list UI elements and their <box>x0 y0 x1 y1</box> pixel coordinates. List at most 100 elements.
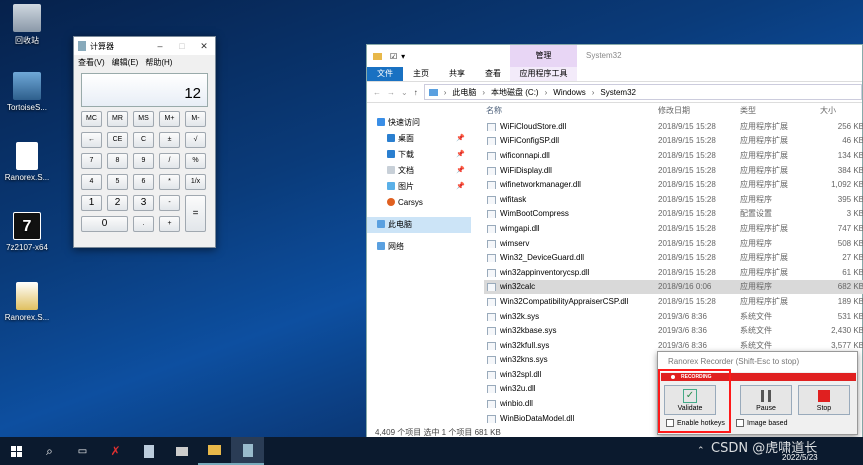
calc-key[interactable]: - <box>159 195 180 211</box>
calc-key[interactable]: % <box>185 153 206 169</box>
tab-file[interactable]: 文件 <box>367 67 403 81</box>
file-row[interactable]: win32calc 2018/9/16 0:06 应用程序 682 KB <box>484 279 863 295</box>
file-row[interactable]: wimserv 2018/9/15 15:28 应用程序 508 KB <box>484 236 863 251</box>
calc-key[interactable]: 5 <box>107 174 128 190</box>
desktop-icon-recycle-bin[interactable]: 回收站 <box>0 4 54 46</box>
taskbar-app-explorer[interactable] <box>198 437 231 465</box>
task-view-button[interactable]: ▭ <box>66 437 99 465</box>
calc-key[interactable]: 6 <box>133 174 154 190</box>
breadcrumb-item[interactable]: System32 <box>600 88 636 97</box>
taskbar-app-printer[interactable] <box>165 437 198 465</box>
search-button[interactable]: ⌕ <box>33 437 66 465</box>
calc-key[interactable]: 0 <box>81 216 128 232</box>
nav-desktop[interactable]: 桌面 📌 <box>367 131 471 147</box>
taskbar-app-notepad[interactable] <box>132 437 165 465</box>
file-row[interactable]: wifinetworkmanager.dll 2018/9/15 15:28 应用程… <box>484 177 863 192</box>
nav-pictures[interactable]: 图片 📌 <box>367 179 471 195</box>
nav-this-pc[interactable]: 此电脑 <box>367 217 471 233</box>
close-button[interactable]: ✕ <box>193 41 215 52</box>
tab-app-tools[interactable]: 应用程序工具 <box>510 67 577 81</box>
breadcrumb-item[interactable]: Windows <box>553 88 585 97</box>
file-row[interactable]: WiFiCloudStore.dll 2018/9/15 15:28 应用程序扩展 2… <box>484 119 863 134</box>
file-icon <box>487 414 496 423</box>
file-row[interactable]: win32kbase.sys 2019/3/6 8:36 系统文件 2,430 KB <box>484 323 863 338</box>
breadcrumb-item[interactable]: 此电脑 <box>452 87 476 98</box>
calc-key[interactable]: 9 <box>133 153 154 169</box>
file-row[interactable]: Win32CompatibilityAppraiserCSP.dll 2018/9… <box>484 294 863 309</box>
calc-key[interactable]: / <box>159 153 180 169</box>
taskbar-date[interactable]: 2022/5/23 <box>782 453 818 462</box>
calc-key[interactable]: 1/x <box>185 174 206 190</box>
up-icon[interactable]: ↑ <box>414 88 418 97</box>
calc-key[interactable]: 8 <box>107 153 128 169</box>
explorer-titlebar[interactable]: ☑ ▾ 管理 System32 <box>367 45 862 67</box>
desktop-icon-7zip[interactable]: 7 7z2107-x64 <box>0 212 54 252</box>
tray-chevron-icon[interactable]: ⌃ <box>697 445 705 456</box>
column-date[interactable]: 修改日期 <box>658 105 740 119</box>
calc-key[interactable]: MC <box>81 111 102 127</box>
desktop-icon-ranorex-file[interactable]: Ranorex.S... <box>0 142 54 182</box>
file-row[interactable]: win32appinventorycsp.dll 2018/9/15 15:28 应… <box>484 265 863 280</box>
file-row[interactable]: win32k.sys 2019/3/6 8:36 系统文件 531 KB <box>484 309 863 324</box>
column-size[interactable]: 大小 <box>820 105 863 119</box>
desktop-icon-ranorex-app[interactable]: Ranorex.S... <box>0 282 54 322</box>
menu-edit[interactable]: 编辑(E) <box>112 57 139 68</box>
file-row[interactable]: Win32_DeviceGuard.dll 2018/9/15 15:28 应用程序… <box>484 250 863 265</box>
nav-carsys[interactable]: Carsys <box>367 195 471 211</box>
calc-key[interactable]: ← <box>81 132 102 148</box>
calc-key[interactable]: + <box>159 216 180 232</box>
nav-network[interactable]: 网络 <box>367 239 471 255</box>
file-row[interactable]: wifitask 2018/9/15 15:28 应用程序 395 KB <box>484 192 863 207</box>
calc-key[interactable]: ± <box>159 132 180 148</box>
file-row[interactable]: wificonnapi.dll 2018/9/15 15:28 应用程序扩展 134 … <box>484 148 863 163</box>
checkbox-box[interactable] <box>736 419 744 427</box>
maximize-button[interactable]: □ <box>171 41 193 52</box>
calc-key[interactable]: M- <box>185 111 206 127</box>
menu-view[interactable]: 查看(V) <box>78 57 105 68</box>
tab-view[interactable]: 查看 <box>475 67 511 81</box>
forward-icon[interactable]: → <box>387 88 395 97</box>
calc-key[interactable]: C <box>133 132 154 148</box>
image-based-checkbox[interactable]: Image based <box>736 419 787 427</box>
calc-key[interactable]: = <box>185 195 206 232</box>
calc-key[interactable]: * <box>159 174 180 190</box>
breadcrumb-item[interactable]: 本地磁盘 (C:) <box>491 87 539 98</box>
nav-downloads[interactable]: 下载 📌 <box>367 147 471 163</box>
recent-dropdown-icon[interactable]: ⌄ <box>401 88 408 97</box>
calc-key[interactable]: . <box>133 216 154 232</box>
calc-key[interactable]: 7 <box>81 153 102 169</box>
quick-access-toolbar-icon[interactable]: ☑ <box>390 52 397 61</box>
tab-home[interactable]: 主页 <box>403 67 439 81</box>
calc-key[interactable]: MS <box>133 111 154 127</box>
calc-key[interactable]: CE <box>107 132 128 148</box>
taskbar-app-calculator[interactable] <box>231 437 264 465</box>
pause-button[interactable]: Pause <box>740 385 792 415</box>
column-name[interactable]: 名称 <box>484 105 658 119</box>
calc-key[interactable]: 3 <box>133 195 154 211</box>
back-icon[interactable]: ← <box>373 88 381 97</box>
calc-key[interactable]: 1 <box>81 195 102 211</box>
start-button[interactable] <box>0 437 33 465</box>
calc-key[interactable]: M+ <box>159 111 180 127</box>
calc-key[interactable]: 4 <box>81 174 102 190</box>
nav-quick-access[interactable]: 快速访问 <box>367 115 471 131</box>
menu-help[interactable]: 帮助(H) <box>145 57 172 68</box>
calculator-titlebar[interactable]: 计算器 – □ ✕ <box>74 37 215 55</box>
taskbar-app-ranorex[interactable]: ✗ <box>99 437 132 465</box>
desktop-icon-tortoise[interactable]: TortoiseS... <box>0 72 54 112</box>
calc-key[interactable]: 2 <box>107 195 128 211</box>
file-row[interactable]: WiFiDisplay.dll 2018/9/15 15:28 应用程序扩展 384 … <box>484 163 863 178</box>
address-bar[interactable]: › 此电脑 › 本地磁盘 (C:) › Windows › System32 <box>423 84 862 100</box>
tab-share[interactable]: 共享 <box>439 67 475 81</box>
file-row[interactable]: WimBootCompress 2018/9/15 15:28 配置设置 3 KB <box>484 207 863 222</box>
dropdown-icon[interactable]: ▾ <box>401 52 405 61</box>
calc-key[interactable]: √ <box>185 132 206 148</box>
minimize-button[interactable]: – <box>149 41 171 52</box>
stop-button[interactable]: Stop <box>798 385 850 415</box>
calc-key[interactable]: MR <box>107 111 128 127</box>
column-type[interactable]: 类型 <box>740 105 820 119</box>
file-row[interactable]: wimgapi.dll 2018/9/15 15:28 应用程序扩展 747 KB <box>484 221 863 236</box>
nav-documents[interactable]: 文档 📌 <box>367 163 471 179</box>
file-row[interactable]: WiFiConfigSP.dll 2018/9/15 15:28 应用程序扩展 46 … <box>484 134 863 149</box>
tab-manage[interactable]: 管理 <box>510 45 577 67</box>
